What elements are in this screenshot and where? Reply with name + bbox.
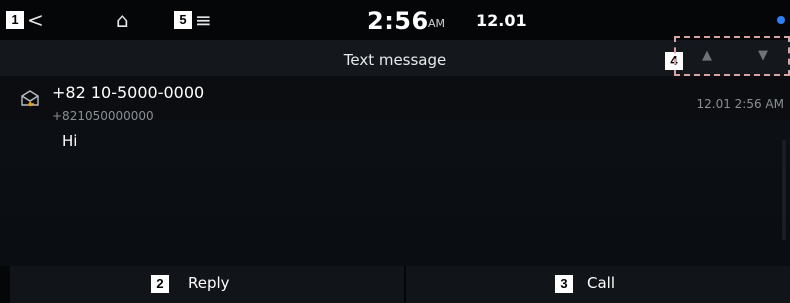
back-icon[interactable]: < bbox=[27, 10, 44, 30]
message-timestamp: 12.01 2:56 AM bbox=[696, 97, 785, 111]
bluetooth-icon bbox=[777, 16, 785, 24]
down-arrow-icon: ▼ bbox=[758, 48, 768, 63]
message-text: Hi bbox=[62, 132, 78, 150]
next-message-button[interactable]: ▼ bbox=[738, 40, 788, 72]
up-arrow-icon: ▲ bbox=[702, 48, 712, 63]
message-header: +82 10-5000-0000 +821050000000 12.01 2:5… bbox=[0, 76, 790, 123]
reply-label: Reply bbox=[188, 274, 230, 292]
contact-name: +82 10-5000-0000 bbox=[52, 83, 205, 102]
date-display: 12.01 bbox=[476, 11, 527, 30]
callout-badge-3: 3 bbox=[555, 275, 573, 293]
callout-badge-5: 5 bbox=[174, 11, 192, 29]
callout-badge-2: 2 bbox=[151, 275, 169, 293]
call-label: Call bbox=[587, 274, 616, 292]
status-bar: 1 < ⌂ 5 ≡ 2:56 AM 12.01 bbox=[0, 0, 790, 40]
action-bar: 2 Reply 3 Call bbox=[0, 266, 790, 303]
clock-time: 2:56 bbox=[367, 7, 429, 35]
home-icon[interactable]: ⌂ bbox=[116, 10, 129, 30]
call-button[interactable]: 3 Call bbox=[406, 266, 790, 303]
reply-button[interactable]: 2 Reply bbox=[10, 266, 404, 303]
message-body: Hi bbox=[0, 120, 790, 266]
clock-ampm: AM bbox=[428, 17, 446, 30]
menu-icon[interactable]: ≡ bbox=[195, 10, 212, 30]
scrollbar[interactable] bbox=[782, 140, 786, 240]
previous-message-button[interactable]: ▲ bbox=[682, 40, 732, 72]
callout-badge-1: 1 bbox=[6, 11, 24, 29]
title-bar: Text message 4 ▲ ▼ bbox=[0, 36, 790, 76]
received-message-icon bbox=[21, 90, 39, 107]
message-nav-group: ▲ ▼ bbox=[674, 36, 790, 76]
